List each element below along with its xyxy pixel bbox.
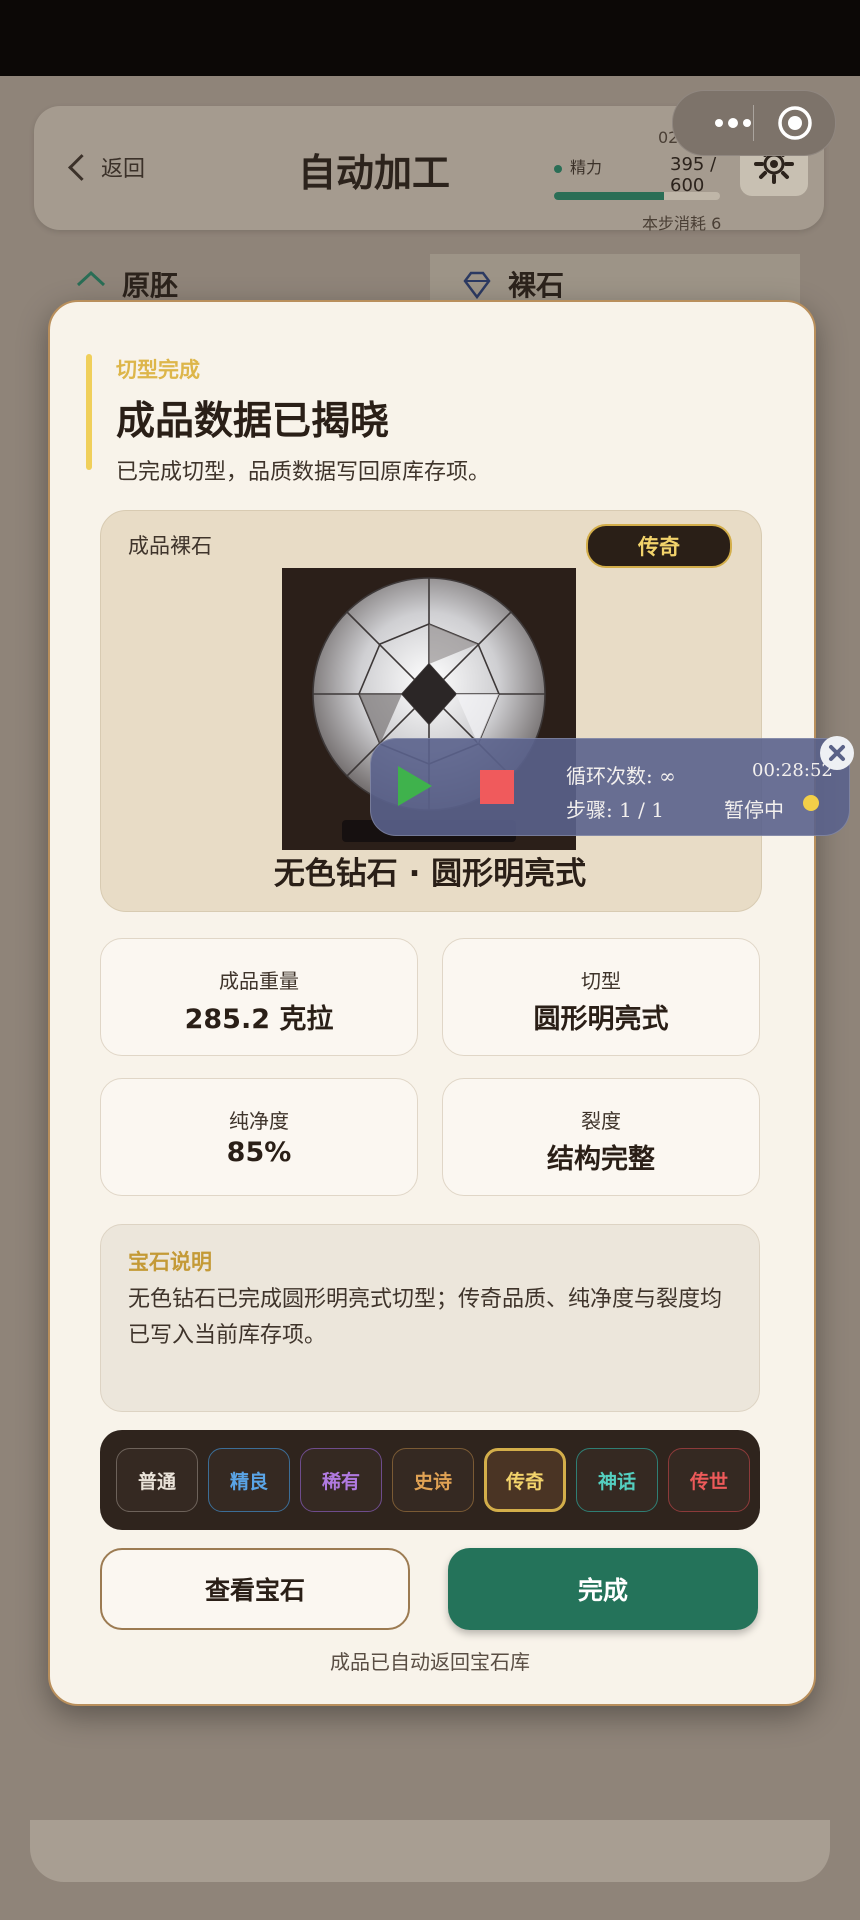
modal-subtitle: 已完成切型，品质数据写回原库存项。 bbox=[116, 460, 491, 485]
background-bottom-card bbox=[30, 1820, 830, 1882]
rarity-chip-rare[interactable]: 稀有 bbox=[300, 1448, 382, 1512]
description-title: 宝石说明 bbox=[128, 1250, 212, 1274]
rarity-chip-legendary[interactable]: 传奇 bbox=[484, 1448, 566, 1512]
step-cost: 本步消耗 6 bbox=[642, 214, 722, 233]
chevron-left-icon bbox=[68, 153, 95, 181]
close-icon bbox=[829, 745, 845, 761]
loop-count: 循环次数: ∞ bbox=[566, 764, 676, 788]
back-button[interactable]: 返回 bbox=[64, 144, 145, 190]
tab-loose-stone-label: 裸石 bbox=[508, 269, 565, 302]
tab-raw-label: 原胚 bbox=[122, 269, 179, 302]
capsule-divider bbox=[753, 105, 754, 141]
timer: 00:28:52 bbox=[752, 760, 833, 781]
stat-value: 285.2 克拉 bbox=[184, 1004, 334, 1035]
rarity-chip-epic[interactable]: 史诗 bbox=[392, 1448, 474, 1512]
stat-label: 成品重量 bbox=[219, 969, 299, 993]
description-text: 无色钻石已完成圆形明亮式切型；传奇品质、纯净度与裂度均已写入当前库存项。 bbox=[128, 1287, 723, 1348]
page-title: 自动加工 bbox=[297, 151, 450, 195]
close-miniprogram-button[interactable] bbox=[767, 91, 823, 155]
rarity-chip-fine[interactable]: 精良 bbox=[208, 1448, 290, 1512]
stat-card-clarity: 纯净度 85% bbox=[100, 1078, 418, 1196]
rarity-badge: 传奇 bbox=[586, 524, 732, 568]
view-gem-button[interactable]: 查看宝石 bbox=[100, 1548, 410, 1630]
target-icon bbox=[778, 106, 812, 140]
stat-value: 85% bbox=[226, 1137, 292, 1168]
modal-kicker: 切型完成 bbox=[116, 358, 200, 382]
play-button[interactable] bbox=[398, 766, 432, 806]
energy-progress-bar bbox=[554, 192, 720, 200]
accent-bar bbox=[86, 354, 92, 470]
stat-card-cut: 切型 圆形明亮式 bbox=[442, 938, 760, 1056]
rarity-chip-mythic[interactable]: 神话 bbox=[576, 1448, 658, 1512]
stat-label: 裂度 bbox=[581, 1109, 621, 1133]
stat-value: 结构完整 bbox=[547, 1144, 655, 1175]
product-label: 成品裸石 bbox=[128, 534, 212, 558]
stat-value: 圆形明亮式 bbox=[533, 1004, 669, 1035]
back-label: 返回 bbox=[101, 157, 146, 182]
modal-title: 成品数据已揭晓 bbox=[116, 399, 390, 444]
energy-dot bbox=[554, 165, 562, 173]
miniprogram-capsule bbox=[672, 90, 836, 156]
more-dots-icon bbox=[715, 118, 751, 128]
stat-card-weight: 成品重量 285.2 克拉 bbox=[100, 938, 418, 1056]
done-button[interactable]: 完成 bbox=[448, 1548, 758, 1630]
rarity-chip-heirloom[interactable]: 传世 bbox=[668, 1448, 750, 1512]
energy-progress-fill bbox=[554, 192, 664, 200]
energy-label: 精力 bbox=[570, 158, 603, 177]
gem-name: 无色钻石 · 圆形明亮式 bbox=[273, 856, 587, 892]
close-panel-button[interactable] bbox=[820, 736, 854, 770]
house-icon bbox=[76, 270, 106, 287]
stop-button[interactable] bbox=[480, 770, 514, 804]
stat-card-crack: 裂度 结构完整 bbox=[442, 1078, 760, 1196]
step-status: 步骤: 1 / 1 bbox=[566, 798, 664, 822]
status-bar bbox=[0, 0, 860, 76]
status-dot bbox=[803, 795, 819, 811]
footer-note: 成品已自动返回宝石库 bbox=[330, 1650, 530, 1674]
stat-label: 切型 bbox=[581, 969, 621, 993]
rarity-chip-common[interactable]: 普通 bbox=[116, 1448, 198, 1512]
more-button[interactable] bbox=[693, 91, 773, 155]
run-status: 暂停中 bbox=[724, 798, 784, 822]
gem-icon bbox=[463, 271, 491, 300]
stat-label: 纯净度 bbox=[229, 1109, 289, 1133]
